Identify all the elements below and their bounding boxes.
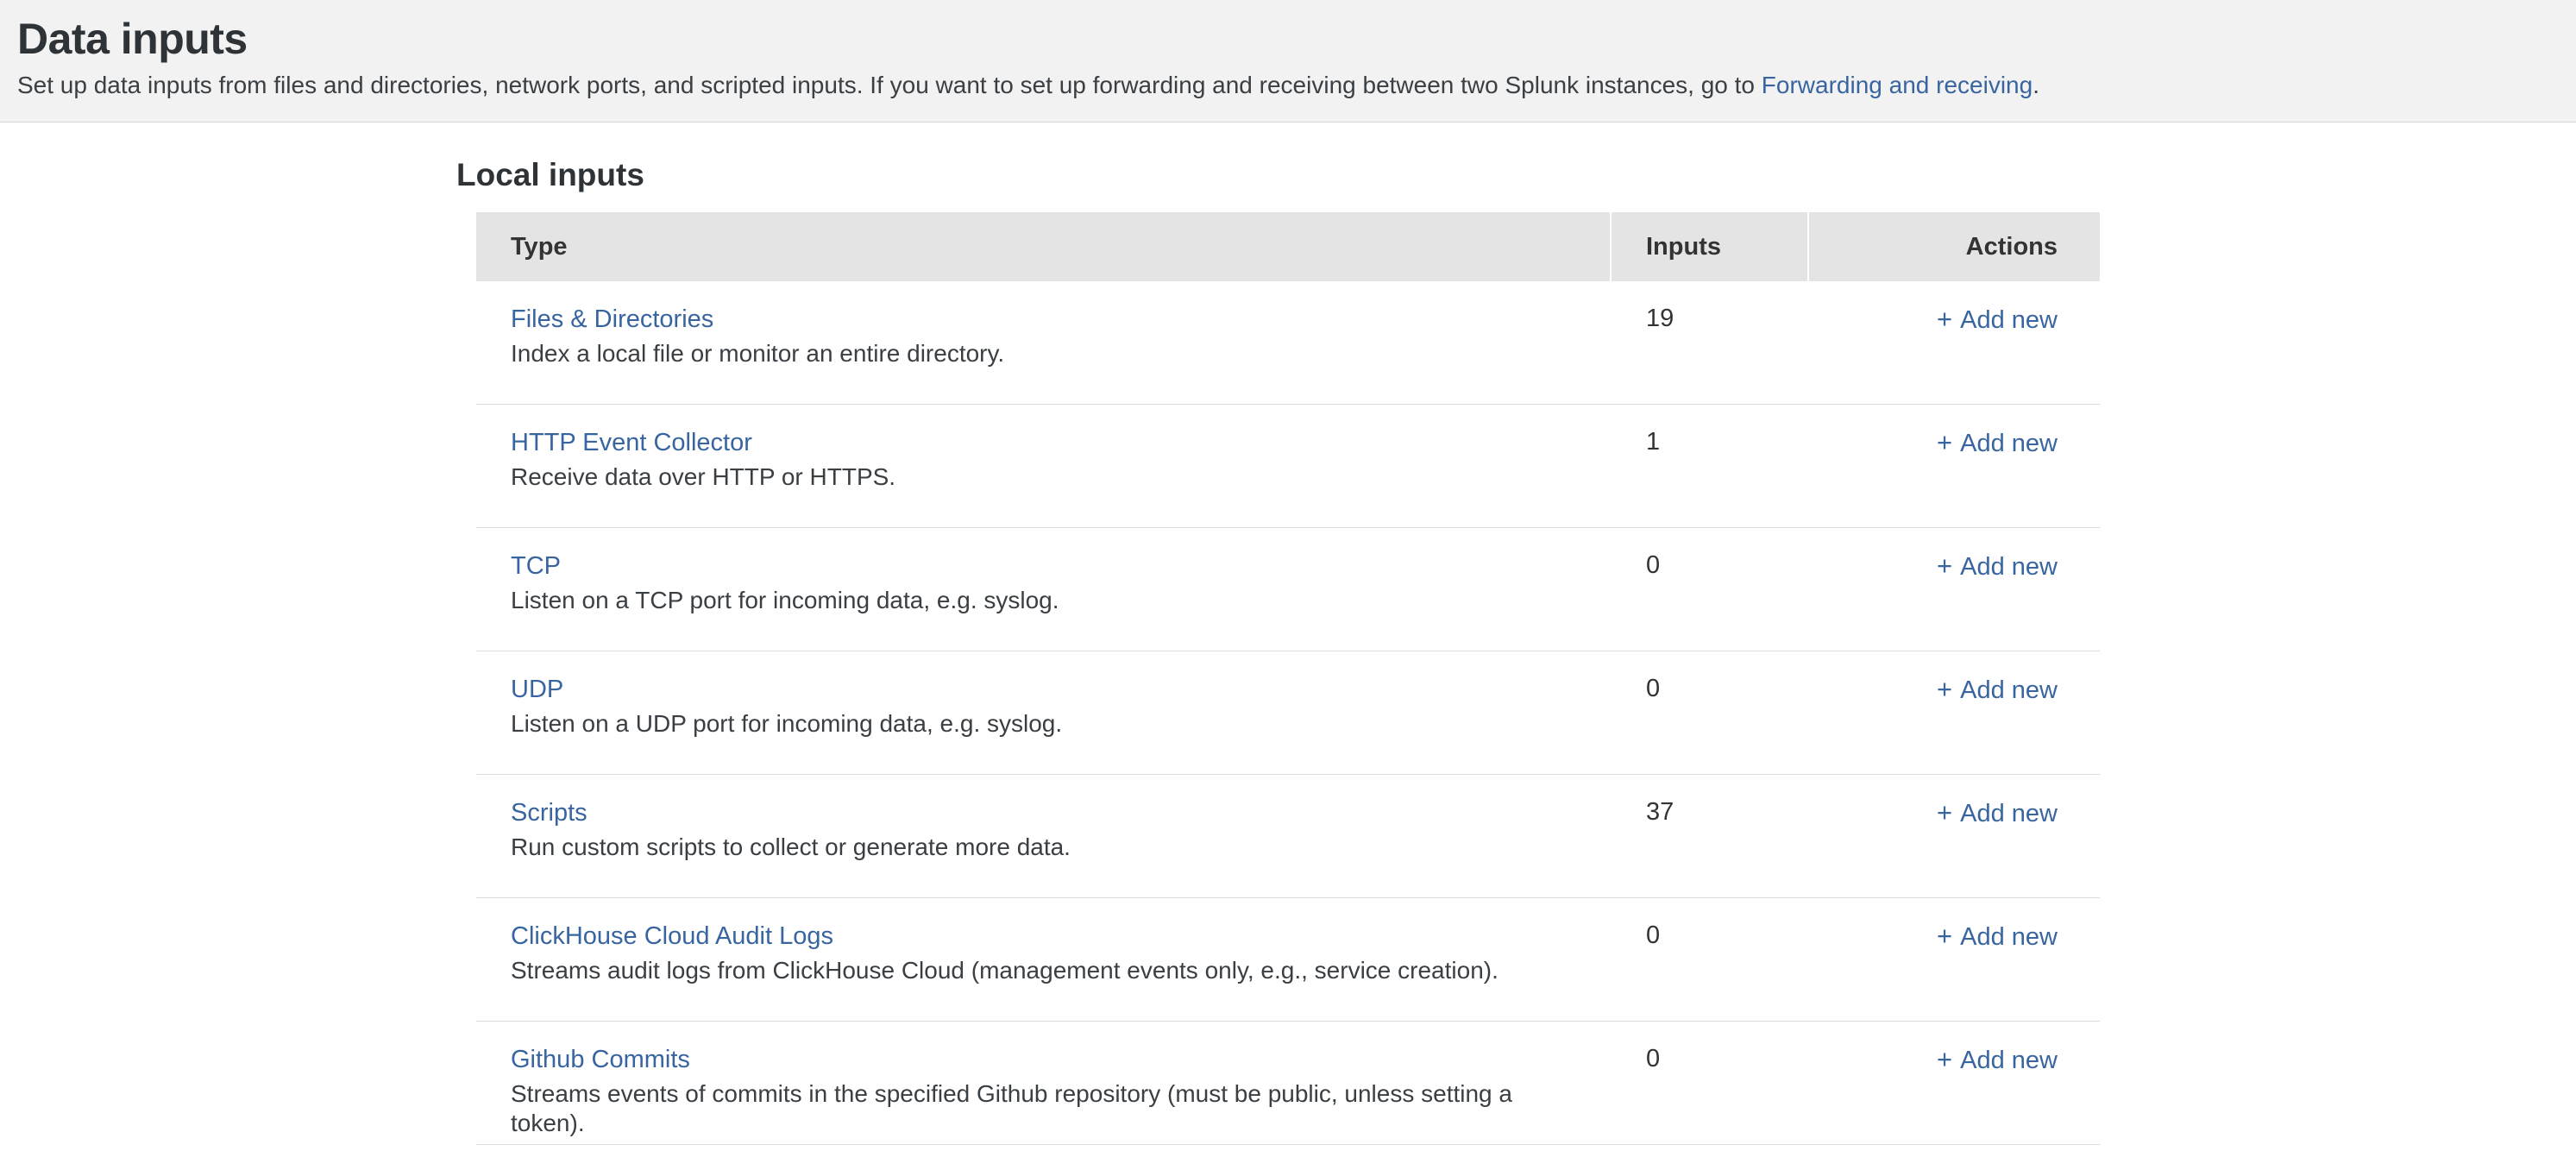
main-content: Local inputs Type Inputs Actions Files &… xyxy=(0,123,2576,1145)
input-type-link[interactable]: ClickHouse Cloud Audit Logs xyxy=(511,922,833,950)
plus-icon: + xyxy=(1937,550,1952,581)
column-header-actions: Actions xyxy=(1809,212,2100,281)
add-new-label: Add new xyxy=(1960,306,2058,334)
inputs-count: 37 xyxy=(1612,775,1807,897)
table-header-row: Type Inputs Actions xyxy=(476,212,2100,281)
input-type-description: Listen on a UDP port for incoming data, … xyxy=(511,709,1584,739)
type-cell: ClickHouse Cloud Audit Logs Streams audi… xyxy=(476,898,1610,1021)
type-cell: HTTP Event Collector Receive data over H… xyxy=(476,405,1610,527)
input-type-description: Streams audit logs from ClickHouse Cloud… xyxy=(511,956,1584,985)
inputs-count: 0 xyxy=(1612,898,1807,1021)
forwarding-and-receiving-link[interactable]: Forwarding and receiving xyxy=(1762,72,2033,98)
add-new-label: Add new xyxy=(1960,676,2058,704)
column-header-type: Type xyxy=(476,212,1610,281)
inputs-count: 19 xyxy=(1612,281,1807,404)
page-header-band: Data inputs Set up data inputs from file… xyxy=(0,0,2576,123)
table-row: Github Commits Streams events of commits… xyxy=(476,1022,2100,1145)
add-new-label: Add new xyxy=(1960,553,2058,581)
plus-icon: + xyxy=(1937,427,1952,457)
input-type-link[interactable]: Files & Directories xyxy=(511,305,713,333)
input-type-link[interactable]: TCP xyxy=(511,552,561,580)
input-type-link[interactable]: Scripts xyxy=(511,799,587,827)
actions-cell: + Add new xyxy=(1809,1022,2100,1144)
add-new-link[interactable]: + Add new xyxy=(1937,1047,2058,1074)
table-row: HTTP Event Collector Receive data over H… xyxy=(476,405,2100,528)
actions-cell: + Add new xyxy=(1809,405,2100,527)
type-cell: Files & Directories Index a local file o… xyxy=(476,281,1610,404)
input-type-link[interactable]: Github Commits xyxy=(511,1046,690,1073)
actions-cell: + Add new xyxy=(1809,775,2100,897)
input-type-description: Streams events of commits in the specifi… xyxy=(511,1079,1584,1138)
plus-icon: + xyxy=(1937,304,1952,334)
page-title: Data inputs xyxy=(17,12,2541,66)
actions-cell: + Add new xyxy=(1809,528,2100,651)
input-type-link[interactable]: UDP xyxy=(511,676,563,703)
table-row: Scripts Run custom scripts to collect or… xyxy=(476,775,2100,898)
actions-cell: + Add new xyxy=(1809,898,2100,1021)
local-inputs-section-title: Local inputs xyxy=(456,156,2576,194)
input-type-description: Listen on a TCP port for incoming data, … xyxy=(511,586,1584,615)
subtitle-period: . xyxy=(2033,72,2039,98)
add-new-link[interactable]: + Add new xyxy=(1937,923,2058,951)
plus-icon: + xyxy=(1937,797,1952,827)
type-cell: UDP Listen on a UDP port for incoming da… xyxy=(476,651,1610,774)
input-type-link[interactable]: HTTP Event Collector xyxy=(511,429,752,456)
add-new-link[interactable]: + Add new xyxy=(1937,306,2058,334)
add-new-label: Add new xyxy=(1960,923,2058,951)
type-cell: TCP Listen on a TCP port for incoming da… xyxy=(476,528,1610,651)
column-header-inputs: Inputs xyxy=(1612,212,1807,281)
add-new-link[interactable]: + Add new xyxy=(1937,553,2058,581)
data-inputs-table: Type Inputs Actions Files & Directories … xyxy=(476,212,2100,1145)
subtitle-text: Set up data inputs from files and direct… xyxy=(17,72,1762,98)
actions-cell: + Add new xyxy=(1809,651,2100,774)
table-row: ClickHouse Cloud Audit Logs Streams audi… xyxy=(476,898,2100,1022)
table-body: Files & Directories Index a local file o… xyxy=(476,281,2100,1145)
table-row: Files & Directories Index a local file o… xyxy=(476,281,2100,405)
table-row: TCP Listen on a TCP port for incoming da… xyxy=(476,528,2100,651)
add-new-link[interactable]: + Add new xyxy=(1937,676,2058,704)
page-subtitle: Set up data inputs from files and direct… xyxy=(17,71,2541,100)
type-cell: Github Commits Streams events of commits… xyxy=(476,1022,1610,1144)
inputs-count: 0 xyxy=(1612,651,1807,774)
inputs-count: 0 xyxy=(1612,528,1807,651)
plus-icon: + xyxy=(1937,1044,1952,1074)
add-new-label: Add new xyxy=(1960,430,2058,457)
inputs-count: 1 xyxy=(1612,405,1807,527)
input-type-description: Receive data over HTTP or HTTPS. xyxy=(511,462,1584,492)
plus-icon: + xyxy=(1937,921,1952,951)
input-type-description: Run custom scripts to collect or generat… xyxy=(511,833,1584,862)
add-new-label: Add new xyxy=(1960,800,2058,827)
type-cell: Scripts Run custom scripts to collect or… xyxy=(476,775,1610,897)
add-new-link[interactable]: + Add new xyxy=(1937,800,2058,827)
plus-icon: + xyxy=(1937,674,1952,704)
add-new-link[interactable]: + Add new xyxy=(1937,430,2058,457)
table-row: UDP Listen on a UDP port for incoming da… xyxy=(476,651,2100,775)
add-new-label: Add new xyxy=(1960,1047,2058,1074)
actions-cell: + Add new xyxy=(1809,281,2100,404)
input-type-description: Index a local file or monitor an entire … xyxy=(511,339,1584,368)
inputs-count: 0 xyxy=(1612,1022,1807,1144)
